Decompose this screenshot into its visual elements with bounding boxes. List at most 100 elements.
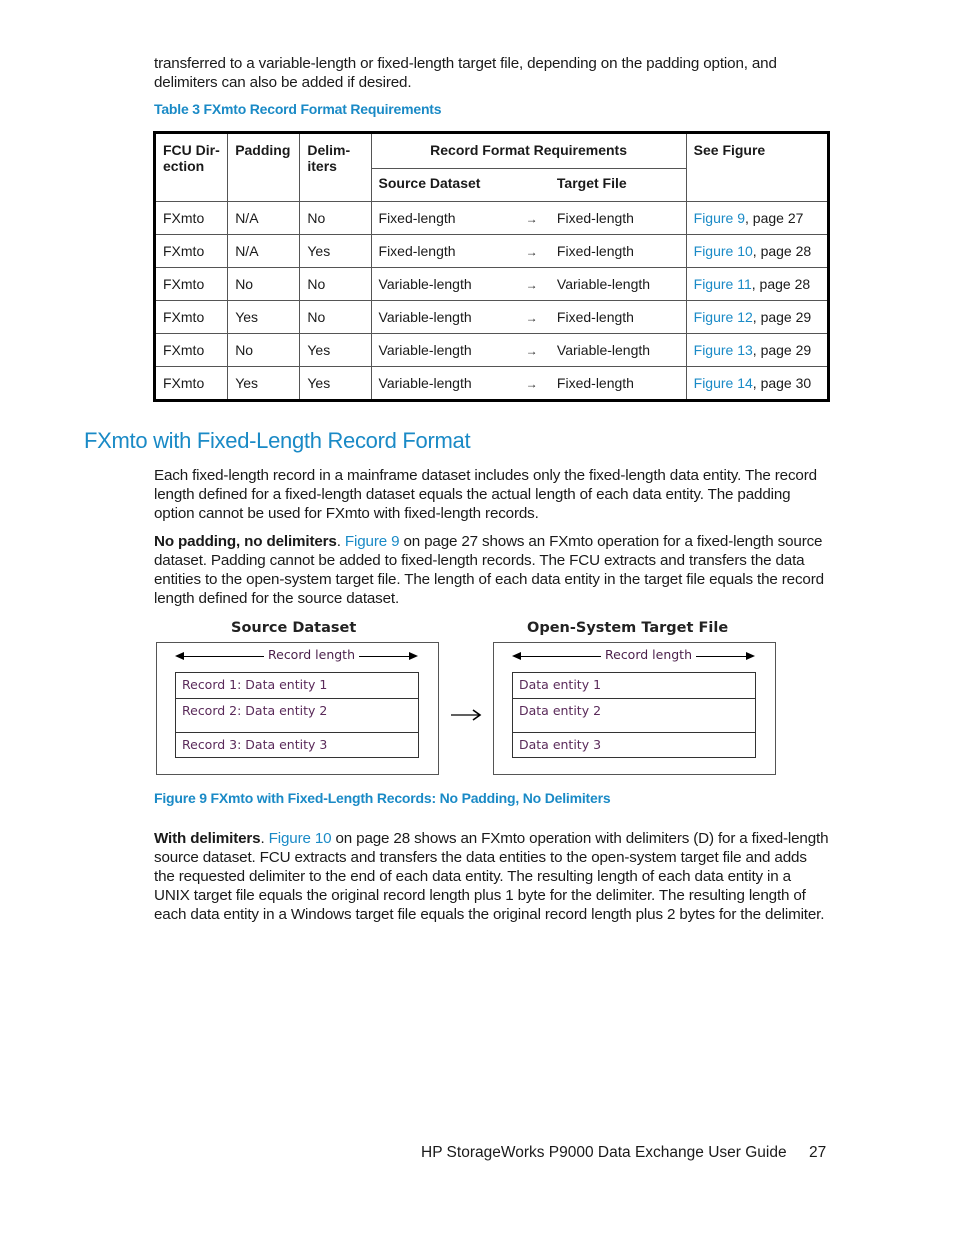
cell-source-format: Variable-length <box>370 300 514 334</box>
header-padding: Padding <box>227 132 301 202</box>
source-record-row: Record 3: Data entity 3 <box>176 732 418 757</box>
page-reference: , page 30 <box>752 375 812 391</box>
figure-link[interactable]: Figure 13 <box>694 342 753 358</box>
cell-see-figure: Figure 10, page 28 <box>685 234 830 268</box>
paragraph-lead: With delimiters <box>154 830 261 847</box>
figure-link[interactable]: Figure 12 <box>694 309 753 325</box>
footer-page-number: 27 <box>809 1144 827 1161</box>
table-row: FXmto Yes No Variable-length → Fixed-length Fi… <box>153 300 830 334</box>
figure-9-link[interactable]: Figure 9 <box>345 533 400 550</box>
right-arrow-icon: → <box>525 278 538 292</box>
figure-link[interactable]: Figure 9 <box>694 210 745 226</box>
cell-delimiters: Yes <box>299 234 372 268</box>
table-row: FXmto N/A Yes Fixed-length → Fixed-length Figu… <box>153 234 830 268</box>
cell-see-figure: Figure 13, page 29 <box>685 333 830 367</box>
source-record-stack: Record 1: Data entity 1 Record 2: Data e… <box>175 672 419 758</box>
source-dataset-title: Source Dataset <box>231 620 357 636</box>
cell-direction: FXmto <box>153 333 229 367</box>
target-file-title: Open-System Target File <box>527 620 729 636</box>
record-length-indicator: Record length <box>512 647 755 665</box>
figure-link[interactable]: Figure 11 <box>694 276 752 292</box>
page-reference: , page 27 <box>745 210 804 226</box>
intro-paragraph: transferred to a variable-length or fixe… <box>154 55 777 91</box>
right-arrow-icon: → <box>513 300 550 334</box>
table-row: FXmto N/A No Fixed-length → Fixed-length Figur… <box>153 201 830 235</box>
section-paragraph-1: Each fixed-length record in a mainframe … <box>154 467 817 522</box>
section-heading: FXmto with Fixed-Length Record Format <box>84 428 471 453</box>
cell-padding: Yes <box>227 300 301 334</box>
cell-delimiters: No <box>299 267 372 301</box>
cell-padding: No <box>227 333 301 367</box>
cell-padding: N/A <box>227 234 301 268</box>
cell-source-format: Variable-length <box>370 333 514 367</box>
target-record-row: Data entity 3 <box>513 732 755 757</box>
header-record-format-requirements: Record Format Requirements <box>370 132 687 169</box>
figure-link[interactable]: Figure 14 <box>694 375 753 391</box>
target-record-stack: Data entity 1 Data entity 2 Data entity … <box>512 672 756 758</box>
target-record-row: Data entity 2 <box>513 698 755 732</box>
target-record-row: Data entity 1 <box>519 677 602 692</box>
source-record-row: Record 2: Data entity 2 <box>176 698 418 732</box>
target-file-box: Record length Data entity 1 Data entity … <box>493 642 776 775</box>
header-arrow-spacer <box>513 168 550 202</box>
right-arrow-icon: → <box>525 245 538 259</box>
cell-direction: FXmto <box>153 234 229 268</box>
cell-see-figure: Figure 14, page 30 <box>685 366 830 401</box>
cell-delimiters: Yes <box>299 366 372 401</box>
section-paragraph-3: With delimiters. Figure 10 on page 28 sh… <box>154 829 830 924</box>
cell-direction: FXmto <box>153 201 229 235</box>
cell-padding: N/A <box>227 201 301 235</box>
cell-direction: FXmto <box>153 267 229 301</box>
cell-target-format: Variable-length <box>549 267 687 301</box>
cell-target-format: Fixed-length <box>549 201 687 235</box>
record-format-requirements-table: FCU Dir- ection Padding Delim- iters Rec… <box>153 131 830 402</box>
figure-link[interactable]: Figure 10 <box>694 243 753 259</box>
right-arrow-icon: → <box>513 267 550 301</box>
cell-see-figure: Figure 11, page 28 <box>685 267 830 301</box>
cell-target-format: Fixed-length <box>549 300 687 334</box>
cell-direction: FXmto <box>153 300 229 334</box>
record-length-label: Record length <box>264 647 360 662</box>
table-row: FXmto No No Variable-length → Variable-length… <box>153 267 830 301</box>
page-reference: , page 28 <box>751 276 811 292</box>
figure-caption: Figure 9 FXmto with Fixed-Length Records… <box>154 790 611 806</box>
cell-target-format: Fixed-length <box>549 234 687 268</box>
header-target-file: Target File <box>549 168 687 202</box>
paragraph-separator: . <box>336 533 345 550</box>
cell-source-format: Fixed-length <box>370 201 514 235</box>
cell-delimiters: No <box>299 201 372 235</box>
right-arrow-icon: → <box>513 234 550 268</box>
record-length-label: Record length <box>601 647 697 662</box>
table-caption: Table 3 FXmto Record Format Requirements <box>154 101 442 117</box>
paragraph-separator: . <box>260 830 269 847</box>
right-arrow-icon: → <box>513 201 550 235</box>
arrow-right-icon <box>746 652 755 660</box>
right-arrow-icon: → <box>525 212 538 226</box>
record-length-indicator: Record length <box>175 647 418 665</box>
cell-source-format: Fixed-length <box>370 234 514 268</box>
right-arrow-icon: → <box>513 366 550 401</box>
right-arrow-icon: → <box>525 377 538 391</box>
header-source-dataset: Source Dataset <box>370 168 514 202</box>
cell-padding: No <box>227 267 301 301</box>
figure-10-link[interactable]: Figure 10 <box>269 830 332 847</box>
paragraph-lead: No padding, no delimiters <box>154 533 337 550</box>
page-reference: , page 29 <box>752 342 812 358</box>
right-arrow-icon: → <box>525 344 538 358</box>
cell-source-format: Variable-length <box>370 267 514 301</box>
table-row: FXmto Yes Yes Variable-length → Fixed-length F… <box>153 366 830 401</box>
right-arrow-icon: → <box>513 333 550 367</box>
page-reference: , page 28 <box>752 243 812 259</box>
header-delimiters: Delim- iters <box>299 132 372 202</box>
cell-target-format: Variable-length <box>549 333 687 367</box>
page-reference: , page 29 <box>752 309 812 325</box>
table-header-row: FCU Dir- ection Padding Delim- iters Rec… <box>153 132 830 202</box>
cell-delimiters: Yes <box>299 333 372 367</box>
cell-source-format: Variable-length <box>370 366 514 401</box>
right-arrow-icon: → <box>525 311 538 325</box>
source-record-row: Record 1: Data entity 1 <box>182 677 328 692</box>
table-row: FXmto No Yes Variable-length → Variable-lengt… <box>153 333 830 367</box>
cell-see-figure: Figure 9, page 27 <box>685 201 830 235</box>
cell-direction: FXmto <box>153 366 229 401</box>
header-fcu-direction: FCU Dir- ection <box>153 132 229 202</box>
